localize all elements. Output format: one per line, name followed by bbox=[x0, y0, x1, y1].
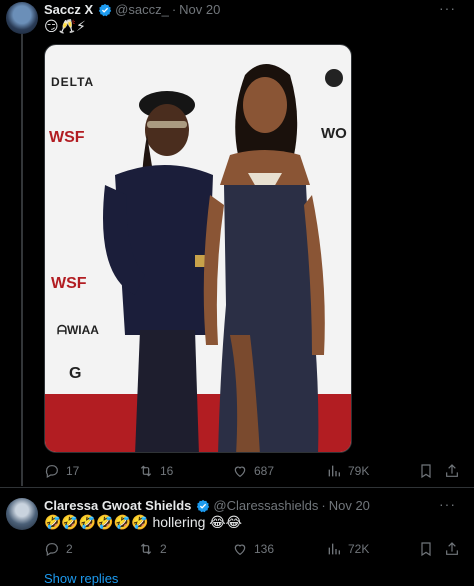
retweet-icon bbox=[140, 543, 152, 555]
heart-icon bbox=[234, 544, 246, 556]
share-button[interactable] bbox=[444, 541, 460, 557]
view-count: 79K bbox=[348, 464, 370, 478]
share-icon bbox=[446, 464, 458, 477]
tweet-text: 😏🥂⚡ bbox=[44, 18, 86, 34]
separator-dot: · bbox=[321, 498, 326, 513]
timestamp[interactable]: Nov 20 bbox=[329, 498, 370, 513]
tweet-header: Saccz X @saccz_ · Nov 20 bbox=[44, 2, 220, 17]
avatar[interactable] bbox=[6, 498, 38, 530]
more-options-icon[interactable]: ··· bbox=[439, 0, 456, 16]
avatar[interactable] bbox=[6, 2, 38, 34]
heart-icon bbox=[234, 466, 246, 478]
tweet-media-image[interactable]: DELTA WSF WO WSF ᗩWIAA G bbox=[44, 44, 352, 453]
like-count: 136 bbox=[254, 542, 275, 556]
reply-count: 17 bbox=[66, 464, 80, 478]
media-logo: WSF bbox=[49, 129, 85, 146]
reply-button[interactable]: 2 bbox=[44, 541, 73, 557]
divider bbox=[0, 487, 474, 488]
user-handle[interactable]: @saccz_ bbox=[115, 2, 169, 17]
like-button[interactable]: 136 bbox=[232, 541, 274, 557]
person-figure-woman bbox=[203, 64, 325, 452]
share-button[interactable] bbox=[444, 463, 460, 479]
show-replies-link[interactable]: Show replies bbox=[44, 571, 118, 586]
bookmark-button[interactable] bbox=[418, 463, 434, 479]
tweet-actions: 2 2 136 72K bbox=[44, 541, 458, 559]
tweet-actions: 17 16 687 79K bbox=[44, 463, 458, 481]
media-logo: WSF bbox=[51, 275, 87, 292]
display-name[interactable]: Claressa Gwoat Shields bbox=[44, 498, 191, 513]
tweet-header: Claressa Gwoat Shields @Claressashields … bbox=[44, 498, 370, 513]
separator-dot: · bbox=[171, 2, 177, 17]
retweet-button[interactable]: 2 bbox=[138, 541, 167, 557]
media-logo: DELTA bbox=[51, 75, 95, 89]
share-icon bbox=[446, 542, 458, 555]
bookmark-button[interactable] bbox=[418, 541, 434, 557]
verified-badge-icon bbox=[98, 3, 112, 16]
view-count: 72K bbox=[348, 542, 370, 556]
like-button[interactable]: 687 bbox=[232, 463, 274, 479]
like-count: 687 bbox=[254, 464, 275, 478]
bookmark-icon bbox=[421, 542, 431, 557]
views-chart-icon bbox=[328, 543, 340, 555]
more-options-icon[interactable]: ··· bbox=[439, 496, 456, 512]
tweet-text: 🤣🤣🤣🤣🤣🤣 hollering 😂😂 bbox=[44, 514, 243, 530]
display-name[interactable]: Saccz X bbox=[44, 2, 93, 17]
reply-icon bbox=[45, 543, 58, 557]
reply-button[interactable]: 17 bbox=[44, 463, 79, 479]
bookmark-icon bbox=[421, 464, 431, 479]
views-chart-icon bbox=[328, 465, 340, 477]
thread-connector-line bbox=[21, 34, 23, 486]
views-button[interactable]: 79K bbox=[326, 463, 369, 479]
retweet-count: 16 bbox=[160, 464, 174, 478]
media-logo: ᗩWIAA bbox=[57, 323, 99, 337]
retweet-count: 2 bbox=[160, 542, 167, 556]
views-button[interactable]: 72K bbox=[326, 541, 369, 557]
verified-badge-icon bbox=[197, 499, 210, 512]
reply-count: 2 bbox=[66, 542, 73, 556]
retweet-icon bbox=[140, 465, 152, 477]
user-handle[interactable]: @Claressashields bbox=[213, 498, 318, 513]
retweet-button[interactable]: 16 bbox=[138, 463, 173, 479]
reply-icon bbox=[45, 465, 58, 479]
media-logo: G bbox=[69, 365, 82, 382]
timestamp[interactable]: Nov 20 bbox=[179, 2, 220, 17]
